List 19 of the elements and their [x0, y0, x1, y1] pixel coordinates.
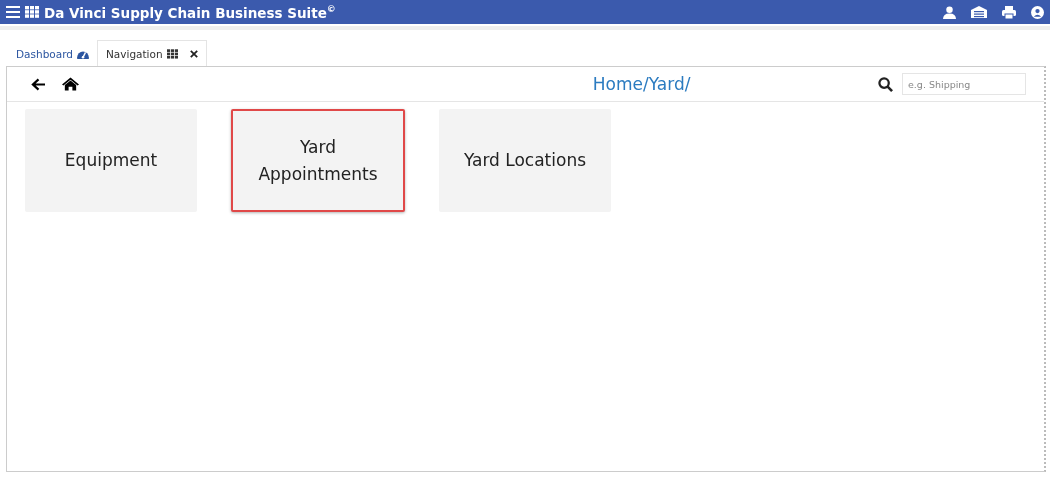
menu-tile[interactable]: Equipment: [25, 109, 197, 212]
grid-icon: [166, 48, 178, 59]
tab[interactable]: Dashboard: [8, 41, 97, 66]
tab[interactable]: Navigation: [96, 40, 207, 66]
grid-icon[interactable]: [25, 6, 39, 18]
app-title: Da Vinci Supply Chain Business Suite$^{©}$: [44, 3, 336, 21]
menu-tile[interactable]: Yard Appointments: [231, 109, 405, 212]
menu-tile[interactable]: Yard Locations: [439, 109, 611, 212]
back-arrow-icon[interactable]: [31, 77, 46, 91]
search-field[interactable]: e.g. Shipping: [902, 73, 1026, 95]
warehouse-icon[interactable]: [971, 6, 987, 18]
account-icon[interactable]: [1031, 5, 1044, 19]
search-icon[interactable]: [878, 76, 893, 92]
menu-icon[interactable]: [6, 6, 20, 18]
close-icon[interactable]: [189, 49, 198, 58]
user-icon[interactable]: [943, 5, 956, 19]
breadcrumb[interactable]: Home/Yard/: [405, 74, 878, 94]
print-icon[interactable]: [1002, 5, 1016, 19]
home-icon[interactable]: [62, 77, 79, 91]
